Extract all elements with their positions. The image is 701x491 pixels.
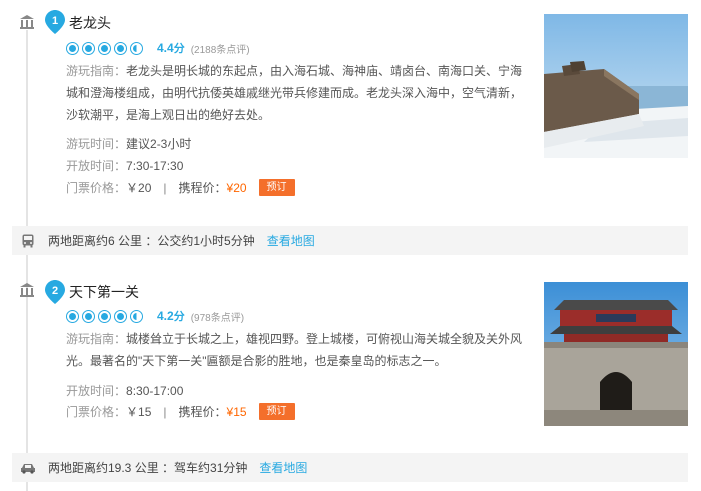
duration-value: 建议2-3小时 [126, 137, 192, 151]
rating-stars [66, 41, 143, 55]
hours-line: 开放时间： 8:30-17:00 [66, 383, 183, 399]
pin-marker-icon: 1 [45, 10, 65, 34]
hours-value: 8:30-17:00 [126, 384, 184, 398]
guide-label: 游玩指南： [66, 332, 127, 346]
rating-row: 4.4 分 (2188条点评) [66, 40, 250, 56]
hours-line: 开放时间： 7:30-17:30 [66, 158, 183, 174]
rating-circle [82, 41, 95, 55]
price-line: 门票价格： ￥20 | 携程价： ¥20 预订 [66, 179, 295, 196]
spot-title[interactable]: 老龙头 [69, 13, 111, 33]
landmark-icon [20, 15, 34, 29]
score-unit: 分 [173, 311, 185, 323]
book-button[interactable]: 预订 [258, 179, 295, 196]
guide-body: 老龙头是明长城的东起点，由入海石城、海神庙、靖卤台、南海口关、宁海城和澄海楼组成… [66, 64, 523, 122]
rating-circle [98, 309, 111, 323]
spot-title[interactable]: 天下第一关 [69, 282, 139, 302]
duration-label: 游玩时间： [66, 137, 127, 151]
pin-number: 2 [52, 285, 58, 297]
review-count[interactable]: (978条点评) [191, 309, 244, 324]
spot-photo-laolongtou[interactable] [544, 14, 688, 158]
distance-bar-1: 两地距离约6 公里 ：公交约1小时5分钟 查看地图 [12, 226, 688, 255]
timeline-line-tail [26, 484, 28, 491]
price-line: 门票价格： ￥15 | 携程价： ¥15 预订 [66, 403, 295, 420]
timeline-line [26, 30, 28, 491]
rating-circle [66, 309, 79, 323]
rating-circle [98, 41, 111, 55]
hours-value: 7:30-17:30 [126, 159, 184, 173]
hours-label: 开放时间： [66, 384, 127, 398]
separator: | [163, 404, 167, 419]
rating-circle [82, 309, 95, 323]
ctrip-price-label: 携程价： [178, 404, 227, 419]
ticket-label: 门票价格： [66, 180, 127, 195]
score-value: 4.2 [157, 309, 174, 323]
score-value: 4.4 [157, 41, 174, 55]
car-icon [20, 461, 36, 475]
rating-circle [130, 309, 143, 323]
separator: | [163, 180, 167, 195]
book-button[interactable]: 预订 [258, 403, 295, 420]
rating-circle [114, 309, 127, 323]
spot-photo-tianxia-diyiguan[interactable] [544, 282, 688, 426]
rating-row: 4.2 分 (978条点评) [66, 308, 244, 324]
duration-line: 游玩时间： 建议2-3小时 [66, 136, 191, 152]
pin-marker-icon: 2 [45, 280, 65, 304]
ctrip-price-label: 携程价： [178, 180, 227, 195]
review-count[interactable]: (2188条点评) [191, 41, 250, 56]
ticket-value: ￥15 [126, 404, 152, 419]
guide-text: 游玩指南：老龙头是明长城的东起点，由入海石城、海神庙、靖卤台、南海口关、宁海城和… [66, 60, 526, 126]
score-unit: 分 [173, 43, 185, 55]
guide-label: 游玩指南： [66, 64, 127, 78]
view-map-link[interactable]: 查看地图 [267, 232, 315, 249]
landmark-icon [20, 283, 34, 297]
distance-text: 两地距离约6 公里 ：公交约1小时5分钟 [48, 234, 255, 248]
distance-bar-2: 两地距离约19.3 公里 ：驾车约31分钟 查看地图 [12, 453, 688, 482]
bus-icon [20, 234, 36, 248]
hours-label: 开放时间： [66, 159, 127, 173]
ctrip-price: ¥15 [226, 404, 247, 419]
ctrip-price: ¥20 [226, 180, 247, 195]
rating-circle [66, 41, 79, 55]
rating-stars [66, 309, 143, 323]
rating-circle [114, 41, 127, 55]
guide-body: 城楼耸立于长城之上，雄视四野。登上城楼，可俯视山海关城全貌及关外风光。最著名的"… [66, 332, 523, 368]
ticket-value: ￥20 [126, 180, 152, 195]
distance-text: 两地距离约19.3 公里 ：驾车约31分钟 [48, 461, 248, 475]
view-map-link[interactable]: 查看地图 [259, 459, 307, 476]
rating-circle [130, 41, 143, 55]
ticket-label: 门票价格： [66, 404, 127, 419]
guide-text: 游玩指南：城楼耸立于长城之上，雄视四野。登上城楼，可俯视山海关城全貌及关外风光。… [66, 328, 526, 372]
pin-number: 1 [52, 15, 58, 27]
